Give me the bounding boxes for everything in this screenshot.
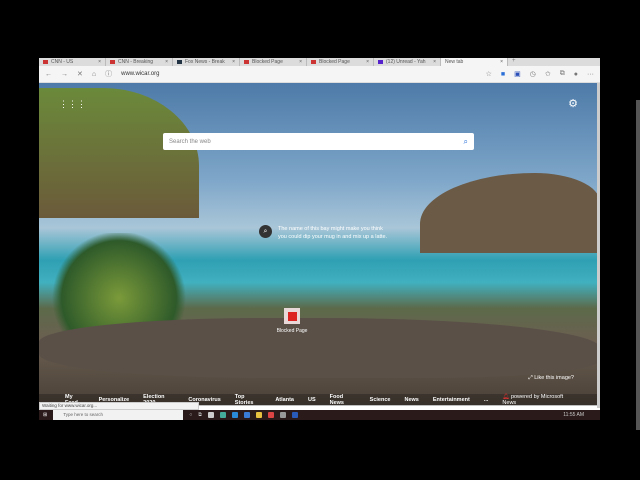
close-tab-icon[interactable]: × (433, 59, 436, 65)
tab[interactable]: (12) Unread - Yah × (374, 58, 441, 66)
new-tab-page: ⋮⋮⋮ ⚙ Search the web ⌕ ⌕ The name of this … (39, 83, 600, 406)
tab[interactable]: Blocked Page × (240, 58, 307, 66)
close-tab-icon[interactable]: × (232, 59, 235, 65)
powered-by: 🔔︎ powered by Microsoft News (502, 394, 570, 406)
search-box[interactable]: Search the web ⌕ (163, 133, 474, 150)
tab-active[interactable]: New tab × (441, 58, 508, 66)
favicon-icon (244, 60, 249, 64)
news-tab[interactable]: Food News (330, 394, 356, 406)
profile-avatar[interactable]: ● (574, 71, 578, 78)
close-tab-icon[interactable]: × (299, 59, 302, 65)
tab[interactable]: Blocked Page × (307, 58, 374, 66)
extension-icon[interactable]: ▣ (514, 70, 521, 78)
background-hill (420, 173, 600, 253)
close-tab-icon[interactable]: × (500, 59, 503, 65)
search-icon[interactable]: ⌕ (259, 225, 272, 238)
search-icon[interactable]: ⌕ (464, 137, 468, 147)
like-image-button[interactable]: ⤢ Like this image? (528, 375, 574, 382)
forward-icon[interactable]: → (61, 71, 68, 78)
more-news-button[interactable]: ... (484, 397, 489, 403)
close-tab-icon[interactable]: × (366, 59, 369, 65)
taskbar-search-input[interactable]: Type here to search (53, 410, 184, 420)
news-tab[interactable]: Atlanta (275, 397, 294, 403)
tab-label: (12) Unread - Yah (386, 59, 426, 65)
tab-label: CNN - US (51, 59, 74, 65)
news-tab[interactable]: News (404, 397, 418, 403)
powered-by-text: powered by Microsoft News (502, 394, 564, 406)
tab-label: Fox News - Break (185, 59, 225, 65)
tab-strip: CNN - US × CNN - Breaking × Fox News - Bre… (39, 58, 600, 66)
tab-label: New tab (445, 59, 464, 65)
background-branch (39, 318, 600, 378)
fact-text: The name of this bay might make you thin… (278, 226, 388, 240)
info-icon: ⓘ (105, 71, 113, 78)
blocked-page-icon (284, 308, 300, 324)
close-tab-icon[interactable]: × (98, 59, 101, 65)
tab[interactable]: CNN - US × (39, 58, 106, 66)
cortana-icon[interactable]: ○ (189, 412, 192, 418)
home-icon[interactable]: ⌂ (92, 71, 96, 78)
search-input[interactable]: Search the web (169, 139, 211, 145)
app-icon[interactable] (291, 412, 298, 418)
tab-label: Blocked Page (319, 59, 350, 65)
app-icon[interactable] (279, 412, 286, 418)
file-explorer-icon[interactable] (255, 412, 262, 418)
scrollbar[interactable] (597, 83, 600, 408)
back-icon[interactable]: ← (45, 71, 52, 78)
edge-icon[interactable] (231, 412, 238, 418)
side-strip (636, 100, 640, 430)
favicon-icon (311, 60, 316, 64)
favorites-icon[interactable]: ✩ (545, 70, 551, 78)
windows-start-icon[interactable]: ⊞ (43, 412, 47, 418)
tile-label: Blocked Page (276, 328, 308, 334)
tab[interactable]: CNN - Breaking × (106, 58, 173, 66)
edge-icon[interactable] (219, 412, 226, 418)
gear-icon[interactable]: ⚙ (568, 97, 578, 110)
news-tab[interactable]: US (308, 397, 316, 403)
app-icon[interactable] (207, 412, 214, 418)
news-tab[interactable]: Science (370, 397, 391, 403)
close-tab-icon[interactable]: × (165, 59, 168, 65)
news-tab[interactable]: Entertainment (433, 397, 470, 403)
stop-icon[interactable]: ✕ (77, 70, 83, 78)
favicon-icon (43, 60, 48, 64)
more-menu-icon[interactable]: ··· (587, 71, 594, 78)
top-site-tile[interactable]: Blocked Page (275, 308, 309, 334)
collections-icon[interactable]: ⧉ (560, 70, 565, 78)
news-tab[interactable]: Top Stories (235, 394, 262, 406)
timer-icon[interactable]: ◷ (530, 70, 536, 78)
tab-label: CNN - Breaking (118, 59, 154, 65)
favorite-star-icon[interactable]: ☆ (486, 70, 492, 78)
taskbar: ⊞ Type here to search ○ ⧉ 11:55 AM (39, 410, 600, 420)
task-view-icon[interactable]: ⧉ (198, 412, 202, 418)
chrome-icon[interactable] (267, 412, 274, 418)
status-bar: Waiting for www.wicar.org... (39, 402, 199, 410)
tab[interactable]: Fox News - Break × (173, 58, 240, 66)
store-icon[interactable] (243, 412, 250, 418)
extension-icon[interactable]: ■ (501, 71, 505, 78)
image-fact[interactable]: ⌕ The name of this bay might make you thi… (259, 225, 389, 241)
address-bar: ← → ✕ ⌂ ⓘ www.wicar.org ☆ ■ ▣ ◷ ✩ ⧉ ● ··… (39, 66, 600, 83)
favicon-icon (378, 60, 383, 64)
new-tab-button[interactable]: + (508, 58, 520, 66)
url-input[interactable]: www.wicar.org (121, 71, 477, 77)
clock[interactable]: 11:55 AM (563, 412, 584, 418)
browser-window: CNN - US × CNN - Breaking × Fox News - Bre… (39, 58, 600, 420)
favicon-icon (110, 60, 115, 64)
app-launcher-icon[interactable]: ⋮⋮⋮ (59, 99, 86, 110)
tab-label: Blocked Page (252, 59, 283, 65)
favicon-icon (177, 60, 182, 64)
like-label: Like this image? (534, 375, 574, 381)
